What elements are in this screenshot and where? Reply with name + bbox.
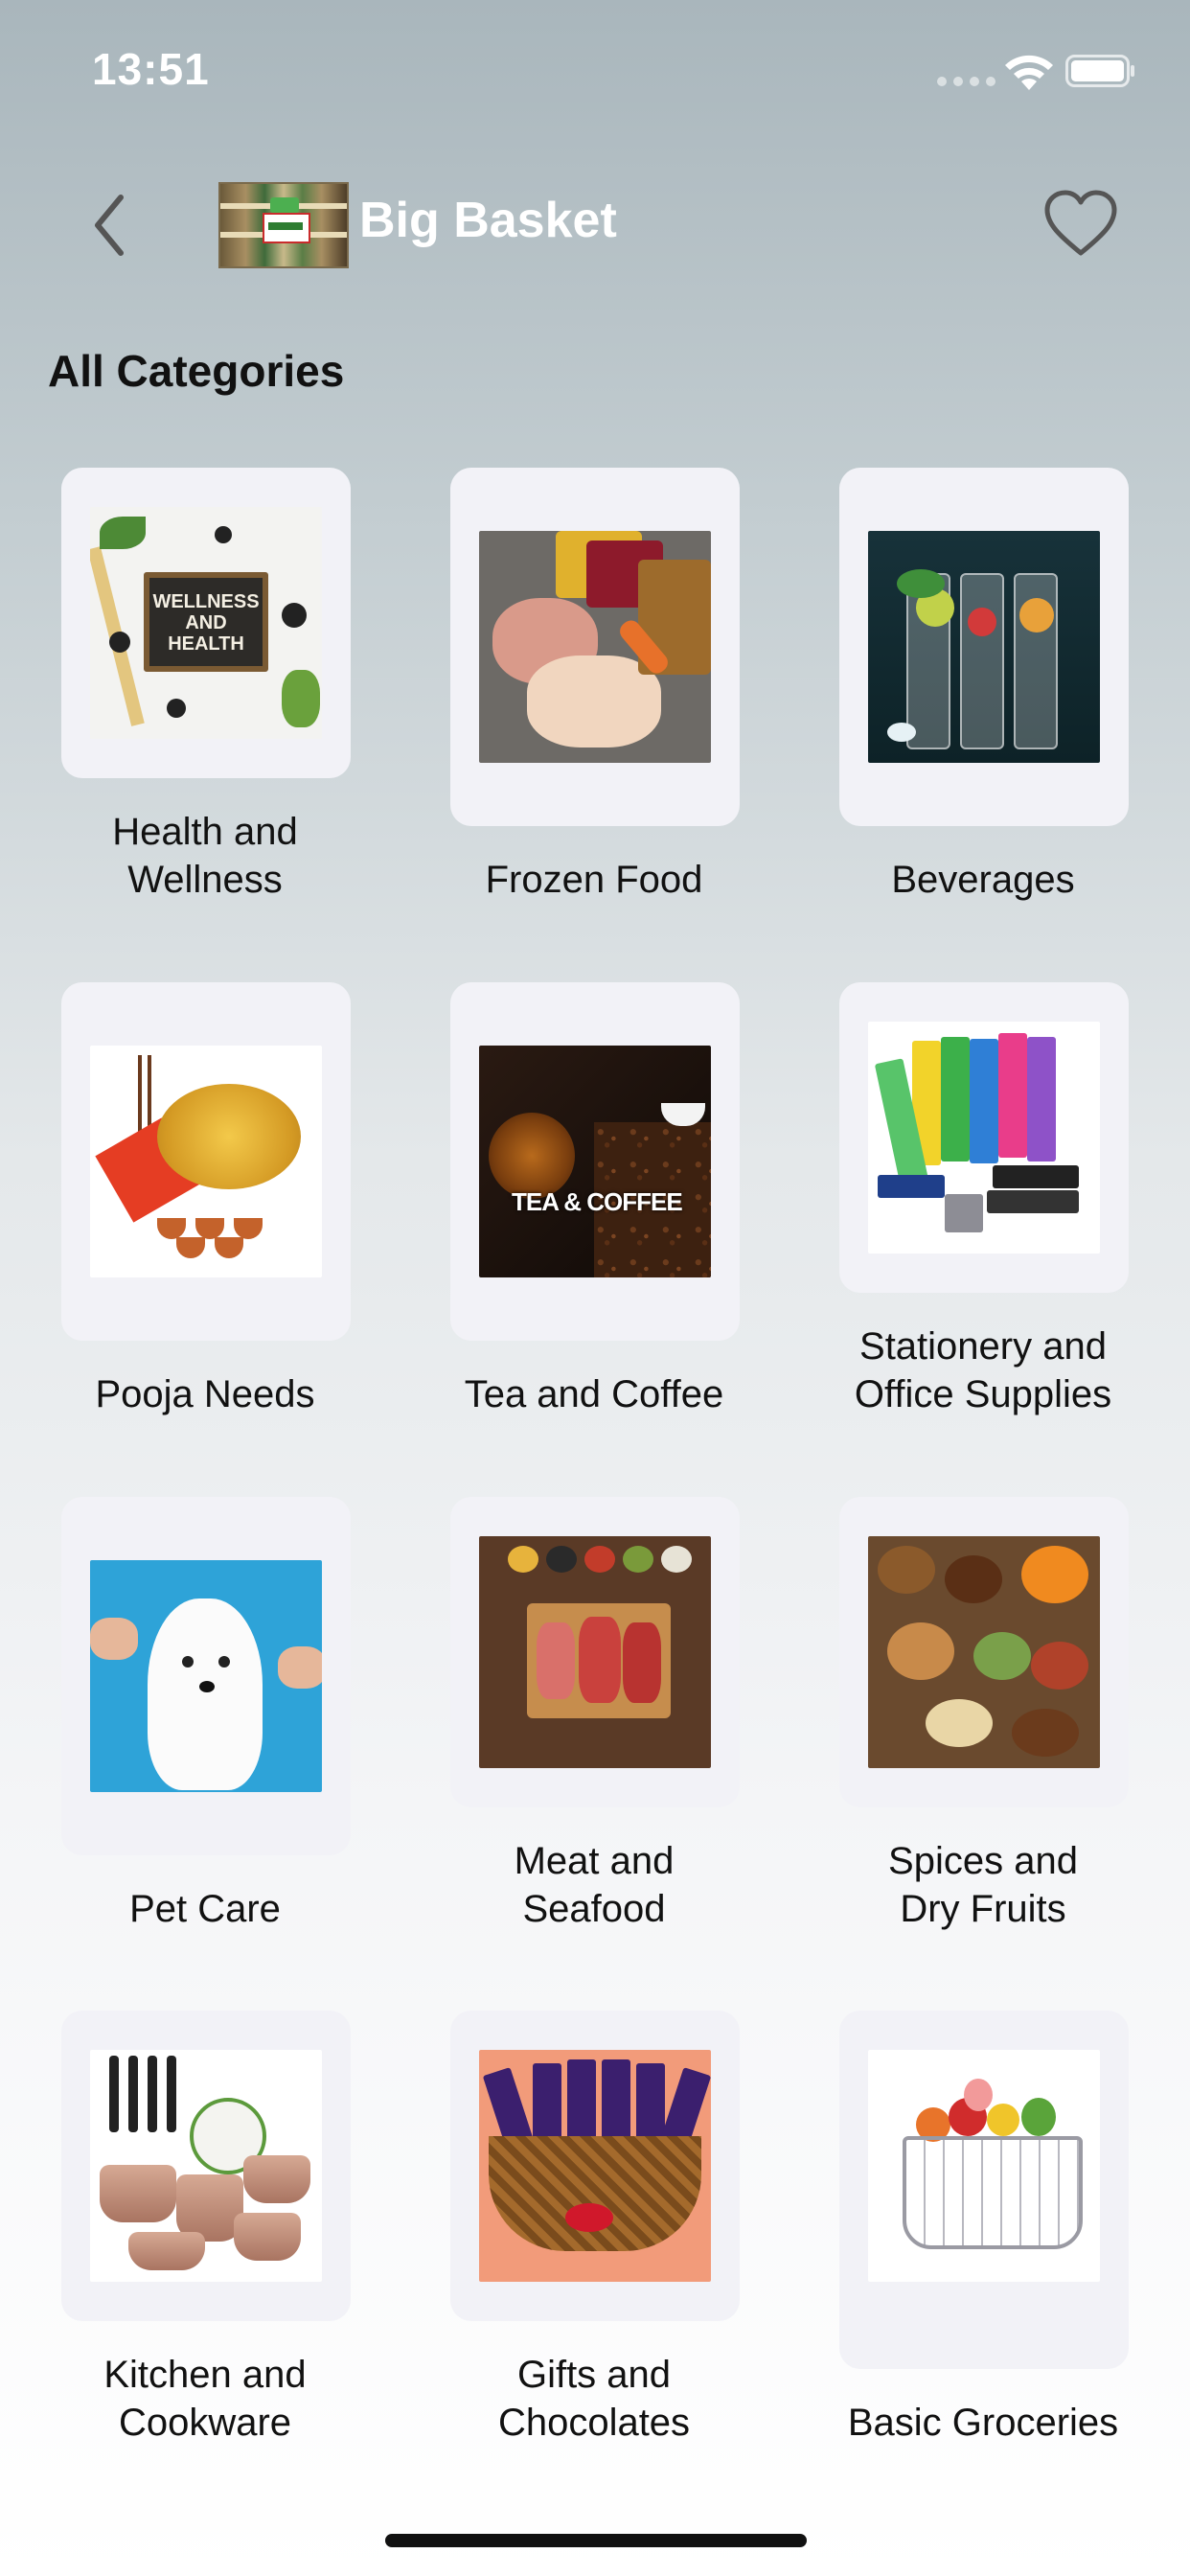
battery-icon xyxy=(1065,55,1134,87)
cellular-signal-icon xyxy=(937,77,995,86)
category-label: Pet Care xyxy=(129,1888,281,1930)
category-label: Frozen Food xyxy=(485,859,703,901)
category-image xyxy=(868,1022,1100,1254)
category-label: Health and Wellness xyxy=(112,811,298,901)
category-card[interactable] xyxy=(839,1497,1129,1807)
category-card[interactable]: TEA & COFFEE xyxy=(450,982,740,1341)
category-image xyxy=(479,1536,711,1768)
store-logo xyxy=(218,182,349,268)
category-image xyxy=(90,1560,322,1792)
category-image xyxy=(868,2050,1100,2282)
category-image: WELLNESS AND HEALTH xyxy=(90,507,322,739)
category-image xyxy=(90,1046,322,1277)
back-chevron-icon[interactable] xyxy=(88,192,130,259)
category-label: Spices and Dry Fruits xyxy=(888,1840,1078,1930)
wifi-icon xyxy=(1005,55,1053,90)
category-label: Tea and Coffee xyxy=(464,1373,724,1415)
category-image xyxy=(479,2050,711,2282)
category-image xyxy=(90,2050,322,2282)
status-bar: 13:51 xyxy=(0,0,1190,144)
category-label: Pooja Needs xyxy=(95,1373,315,1415)
category-label: Stationery and Office Supplies xyxy=(854,1325,1112,1415)
category-grid: WELLNESS AND HEALTH Health and Wellness … xyxy=(0,468,1190,2480)
category-card[interactable]: WELLNESS AND HEALTH xyxy=(61,468,351,778)
category-label: Gifts and Chocolates xyxy=(497,2354,691,2444)
category-label: Meat and Seafood xyxy=(514,1840,675,1930)
section-title: All Categories xyxy=(48,346,345,396)
status-time: 13:51 xyxy=(92,44,210,94)
category-label: Beverages xyxy=(891,859,1075,901)
category-image xyxy=(479,531,711,763)
category-image xyxy=(868,531,1100,763)
category-card[interactable] xyxy=(450,2011,740,2321)
favorite-heart-icon[interactable] xyxy=(1042,188,1119,259)
category-image: TEA & COFFEE xyxy=(479,1046,711,1277)
category-card[interactable] xyxy=(450,468,740,826)
category-image xyxy=(868,1536,1100,1768)
category-label: Basic Groceries xyxy=(847,2402,1119,2444)
category-label: Kitchen and Cookware xyxy=(103,2354,307,2444)
category-card[interactable] xyxy=(61,982,351,1341)
category-card[interactable] xyxy=(450,1497,740,1807)
page-title: Big Basket xyxy=(359,193,617,248)
thumb-overlay-text: TEA & COFFEE xyxy=(512,1187,683,1216)
category-card[interactable] xyxy=(839,468,1129,826)
category-card[interactable] xyxy=(61,1497,351,1855)
thumb-sign-text: WELLNESS AND HEALTH xyxy=(144,572,268,672)
home-indicator[interactable] xyxy=(385,2534,807,2547)
category-card[interactable] xyxy=(61,2011,351,2321)
category-card[interactable] xyxy=(839,982,1129,1293)
category-card[interactable] xyxy=(839,2011,1129,2369)
